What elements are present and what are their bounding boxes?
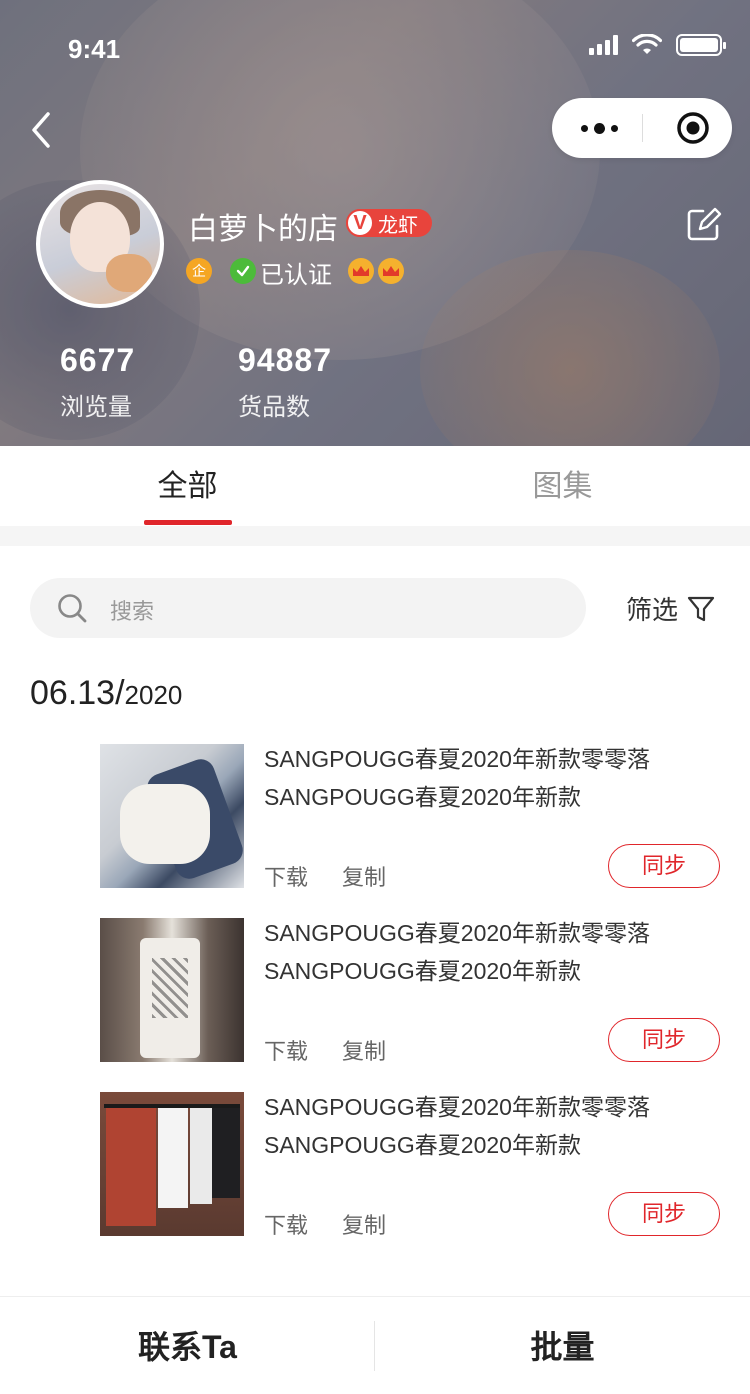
shop-name: 白萝卜的店 bbox=[188, 213, 338, 246]
vip-badge-label: 龙虾 bbox=[378, 214, 418, 237]
copy-button[interactable]: 复制 bbox=[342, 860, 386, 892]
bottom-action-bar: 联系Ta 批量 bbox=[0, 1296, 750, 1394]
search-placeholder: 搜索 bbox=[110, 599, 155, 624]
download-button[interactable]: 下载 bbox=[264, 1208, 308, 1240]
goods-label: 货品数 bbox=[238, 394, 310, 421]
filter-funnel-icon bbox=[687, 596, 715, 621]
verified-label: 已认证 bbox=[260, 262, 332, 289]
product-thumbnail[interactable] bbox=[100, 744, 244, 888]
thumbnail-art-garment bbox=[106, 1108, 156, 1226]
miniprogram-capsule bbox=[552, 98, 732, 158]
thumbnail-art-garment bbox=[190, 1108, 212, 1204]
copy-button[interactable]: 复制 bbox=[342, 1034, 386, 1066]
thumbnail-art-pattern bbox=[152, 958, 188, 1018]
list-item[interactable]: SANGPOUGG春夏2020年新款零零落SANGPOUGG春夏2020年新款 … bbox=[100, 918, 720, 1064]
sync-button[interactable]: 同步 bbox=[608, 1192, 720, 1236]
copy-button[interactable]: 复制 bbox=[342, 1208, 386, 1240]
enterprise-icon: 企 bbox=[186, 258, 212, 284]
wifi-icon bbox=[632, 34, 662, 54]
product-title: SANGPOUGG春夏2020年新款零零落SANGPOUGG春夏2020年新款 bbox=[264, 746, 650, 810]
download-button[interactable]: 下载 bbox=[264, 1034, 308, 1066]
views-stat: 6677 浏览量 bbox=[60, 342, 135, 422]
sync-button[interactable]: 同步 bbox=[608, 844, 720, 888]
shop-avatar[interactable] bbox=[36, 180, 164, 308]
list-item[interactable]: SANGPOUGG春夏2020年新款零零落SANGPOUGG春夏2020年新款 … bbox=[100, 1092, 720, 1238]
goods-list-panel: 搜索 筛选 06.13/2020 SANGPOUGG春夏2020年新款零零落SA… bbox=[0, 546, 750, 1296]
download-button[interactable]: 下载 bbox=[264, 860, 308, 892]
date-group-header: 06.13/2020 bbox=[30, 674, 182, 713]
vip-v-icon: V bbox=[346, 209, 374, 237]
filter-label: 筛选 bbox=[626, 595, 679, 625]
sync-button[interactable]: 同步 bbox=[608, 1018, 720, 1062]
close-miniprogram-icon[interactable] bbox=[676, 111, 710, 145]
thumbnail-art-garment bbox=[158, 1108, 188, 1208]
crown-icon bbox=[378, 258, 404, 284]
product-title: SANGPOUGG春夏2020年新款零零落SANGPOUGG春夏2020年新款 bbox=[264, 920, 650, 984]
product-title: SANGPOUGG春夏2020年新款零零落SANGPOUGG春夏2020年新款 bbox=[264, 1094, 650, 1158]
crown-rating bbox=[348, 258, 404, 284]
tab-album[interactable]: 图集 bbox=[375, 446, 750, 526]
tab-all[interactable]: 全部 bbox=[0, 446, 375, 526]
avatar-art-cat bbox=[106, 254, 152, 292]
more-dots-icon[interactable] bbox=[574, 118, 624, 138]
capsule-divider bbox=[642, 114, 643, 142]
tab-bar: 全部 图集 bbox=[0, 446, 750, 526]
status-bar: 9:41 bbox=[0, 0, 750, 88]
thumbnail-art-sweater bbox=[120, 784, 210, 864]
batch-button[interactable]: 批量 bbox=[375, 1297, 750, 1394]
crown-icon bbox=[348, 258, 374, 284]
active-tab-indicator bbox=[144, 520, 232, 525]
edit-icon[interactable] bbox=[686, 207, 722, 243]
date-group-date: 06.13/ bbox=[30, 674, 125, 712]
battery-icon bbox=[676, 34, 726, 56]
search-icon bbox=[58, 594, 87, 623]
back-arrow-icon[interactable] bbox=[26, 108, 66, 152]
list-item[interactable]: SANGPOUGG春夏2020年新款零零落SANGPOUGG春夏2020年新款 … bbox=[100, 744, 720, 890]
verified-check-icon bbox=[230, 258, 256, 284]
date-group-year: 2020 bbox=[124, 680, 183, 710]
thumbnail-art-garment bbox=[212, 1108, 240, 1198]
product-thumbnail[interactable] bbox=[100, 918, 244, 1062]
contact-button[interactable]: 联系Ta bbox=[0, 1297, 375, 1394]
views-label: 浏览量 bbox=[60, 394, 132, 421]
status-icons bbox=[589, 34, 726, 56]
shop-header: 9:41 白萝卜的店 V 龙虾 企 已认证 6677 浏览量 94887 货品数 bbox=[0, 0, 750, 446]
product-thumbnail[interactable] bbox=[100, 1092, 244, 1236]
filter-button[interactable]: 筛选 bbox=[626, 590, 716, 627]
vip-badge: V 龙虾 bbox=[346, 209, 432, 237]
cellular-signal-icon bbox=[589, 35, 618, 55]
views-value: 6677 bbox=[60, 342, 136, 378]
status-time: 9:41 bbox=[68, 34, 121, 64]
search-input[interactable]: 搜索 bbox=[30, 578, 586, 638]
goods-stat: 94887 货品数 bbox=[238, 342, 332, 422]
goods-value: 94887 bbox=[238, 342, 332, 378]
